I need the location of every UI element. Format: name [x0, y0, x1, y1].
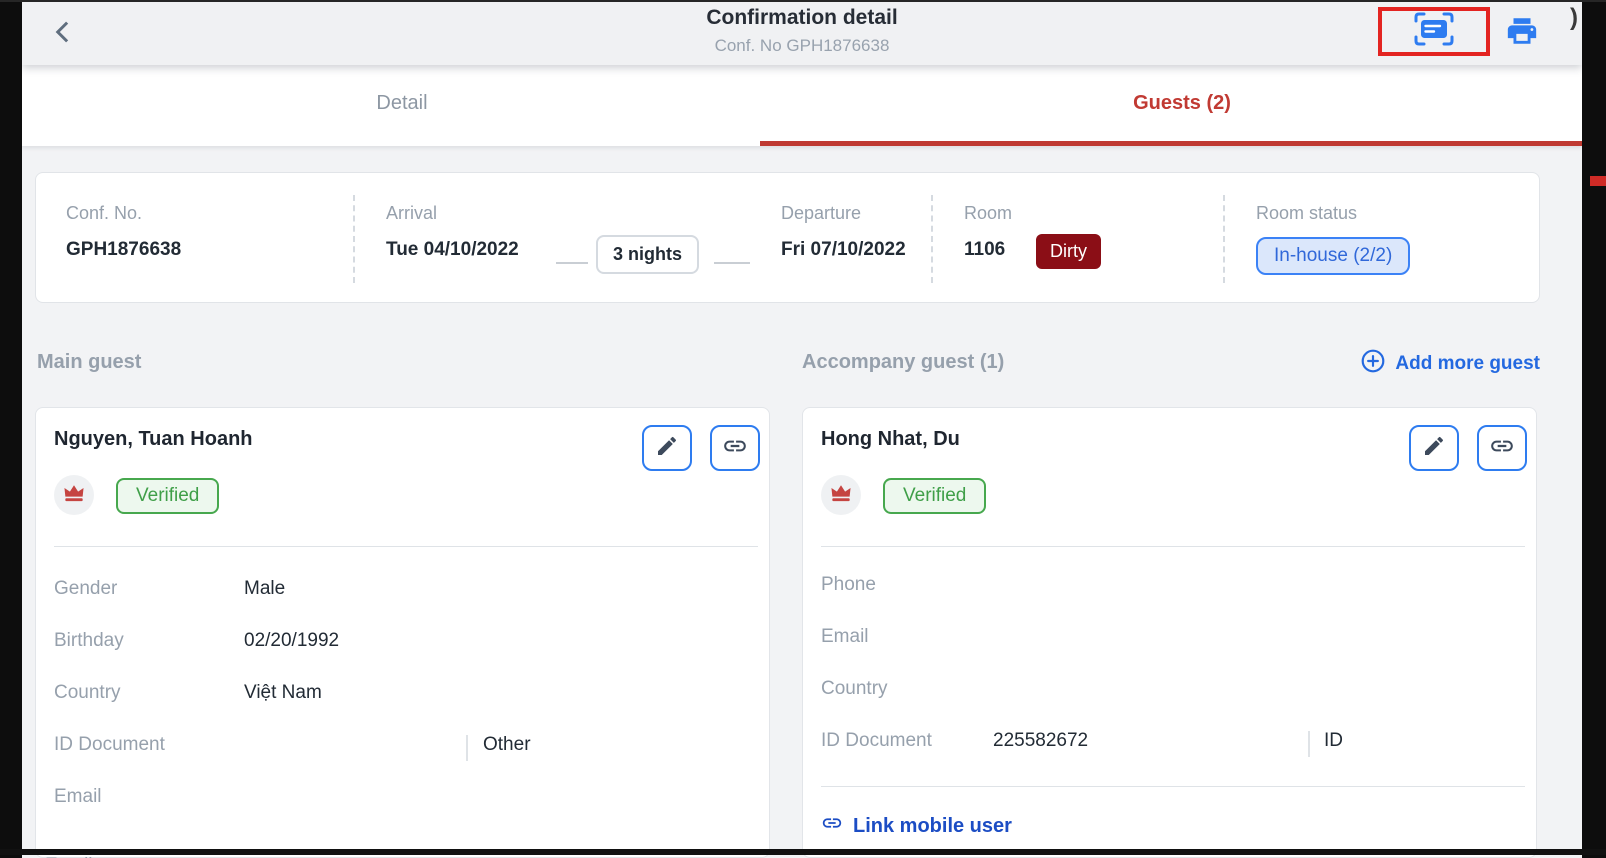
- clipped-edge-glyph: ): [1570, 4, 1578, 32]
- tab-guests[interactable]: Guests (2): [782, 65, 1582, 141]
- field-label: Phone: [821, 574, 876, 596]
- crown-icon: [830, 483, 852, 508]
- header-bar: Confirmation detail Conf. No GPH1876638: [22, 0, 1582, 65]
- departure-label: Departure: [781, 203, 861, 224]
- id-document-type: Other: [483, 734, 531, 756]
- field-label: Email: [54, 786, 102, 808]
- main-guest-card: Nguyen, Tuan Hoanh Verified Gender: [35, 407, 770, 858]
- page-subtitle: Conf. No GPH1876638: [22, 36, 1582, 56]
- tab-bar: Detail Guests (2): [22, 65, 1582, 146]
- accompany-guest-section-title: Accompany guest (1): [802, 351, 1004, 374]
- field-value: 225582672: [993, 730, 1088, 752]
- field-row: Email: [54, 786, 754, 814]
- field-value: 02/20/1992: [244, 630, 339, 652]
- field-row: Email: [821, 626, 1521, 654]
- room-status-label: Room status: [1256, 203, 1357, 224]
- timeline-connector: [556, 262, 588, 264]
- accompany-guest-crown-badge: [821, 475, 861, 515]
- link-guest-button[interactable]: [1477, 425, 1527, 471]
- arrival-label: Arrival: [386, 203, 437, 224]
- app-screen: Confirmation detail Conf. No GPH1876638: [22, 0, 1582, 858]
- field-label: Email: [821, 626, 869, 648]
- accompany-guest-card: Hong Nhat, Du Verified Phone: [802, 407, 1537, 858]
- field-label: Gender: [54, 578, 117, 600]
- field-row-id-document: ID Document Other: [54, 734, 754, 762]
- field-row: Birthday 02/20/1992: [54, 630, 754, 658]
- divider: [466, 735, 468, 761]
- verified-badge: Verified: [883, 478, 986, 514]
- add-more-guest-button[interactable]: Add more guest: [1340, 348, 1540, 380]
- field-row: Country: [821, 678, 1521, 706]
- frame-right-border: [1582, 0, 1606, 858]
- edit-guest-button[interactable]: [642, 425, 692, 471]
- divider: [821, 546, 1525, 547]
- guest-name: Nguyen, Tuan Hoanh: [54, 428, 253, 451]
- link-mobile-user-button[interactable]: Link mobile user: [821, 812, 1012, 840]
- id-document-type: ID: [1324, 730, 1343, 752]
- link-guest-button[interactable]: [710, 425, 760, 471]
- in-house-status-chip[interactable]: In-house (2/2): [1256, 237, 1410, 275]
- field-label: Country: [821, 678, 888, 700]
- tab-detail[interactable]: Detail: [22, 65, 782, 141]
- divider: [1223, 195, 1225, 283]
- reservation-summary-bar: Conf. No. GPH1876638 Arrival Tue 04/10/2…: [35, 172, 1540, 303]
- field-value: Male: [244, 578, 285, 600]
- scan-id-button[interactable]: [1412, 10, 1456, 53]
- conf-no-label: Conf. No.: [66, 203, 142, 224]
- frame-left-border: [0, 0, 22, 858]
- room-number: 1106: [964, 239, 1005, 261]
- frame-bottom-border: [0, 849, 1606, 855]
- field-row: Phone: [821, 574, 1521, 602]
- divider: [1308, 731, 1310, 757]
- field-row: Gender Male: [54, 578, 754, 606]
- screenshot-frame: Confirmation detail Conf. No GPH1876638: [0, 0, 1606, 858]
- link-icon: [722, 433, 748, 464]
- edit-guest-button[interactable]: [1409, 425, 1459, 471]
- divider: [821, 786, 1525, 787]
- crown-icon: [63, 483, 85, 508]
- field-label: Country: [54, 682, 121, 704]
- page-title: Confirmation detail: [22, 6, 1582, 30]
- nights-badge: 3 nights: [596, 235, 699, 274]
- link-mobile-user-label: Link mobile user: [853, 815, 1012, 838]
- field-label: ID Document: [54, 734, 165, 756]
- main-guest-section-title: Main guest: [37, 351, 141, 374]
- field-value: Việt Nam: [244, 682, 322, 704]
- link-icon: [1489, 433, 1515, 464]
- field-row: Country Việt Nam: [54, 682, 754, 710]
- guest-name: Hong Nhat, Du: [821, 428, 960, 451]
- plus-circle-icon: [1360, 348, 1386, 380]
- pencil-icon: [655, 434, 679, 463]
- add-more-guest-label: Add more guest: [1395, 353, 1540, 375]
- annotation-highlight-box: [1378, 7, 1490, 56]
- room-label: Room: [964, 203, 1012, 224]
- field-label: Birthday: [54, 630, 124, 652]
- frame-top-border: [0, 0, 1606, 2]
- field-label: ID Document: [821, 730, 932, 752]
- room-dirty-badge: Dirty: [1036, 234, 1101, 269]
- divider: [353, 195, 355, 283]
- departure-value: Fri 07/10/2022: [781, 239, 906, 261]
- active-tab-underline: [760, 141, 1582, 146]
- printer-icon: [1505, 14, 1539, 53]
- timeline-connector: [714, 262, 750, 264]
- arrival-value: Tue 04/10/2022: [386, 239, 519, 261]
- link-icon: [821, 812, 843, 840]
- card-scan-icon: [1412, 10, 1456, 53]
- main-guest-crown-badge: [54, 475, 94, 515]
- conf-no-value: GPH1876638: [66, 239, 181, 261]
- red-edge-artifact: [1590, 176, 1606, 186]
- field-row-id-document: ID Document 225582672 ID: [821, 730, 1521, 758]
- pencil-icon: [1422, 434, 1446, 463]
- print-button[interactable]: [1502, 13, 1542, 53]
- divider: [54, 546, 758, 547]
- verified-badge: Verified: [116, 478, 219, 514]
- divider: [931, 195, 933, 283]
